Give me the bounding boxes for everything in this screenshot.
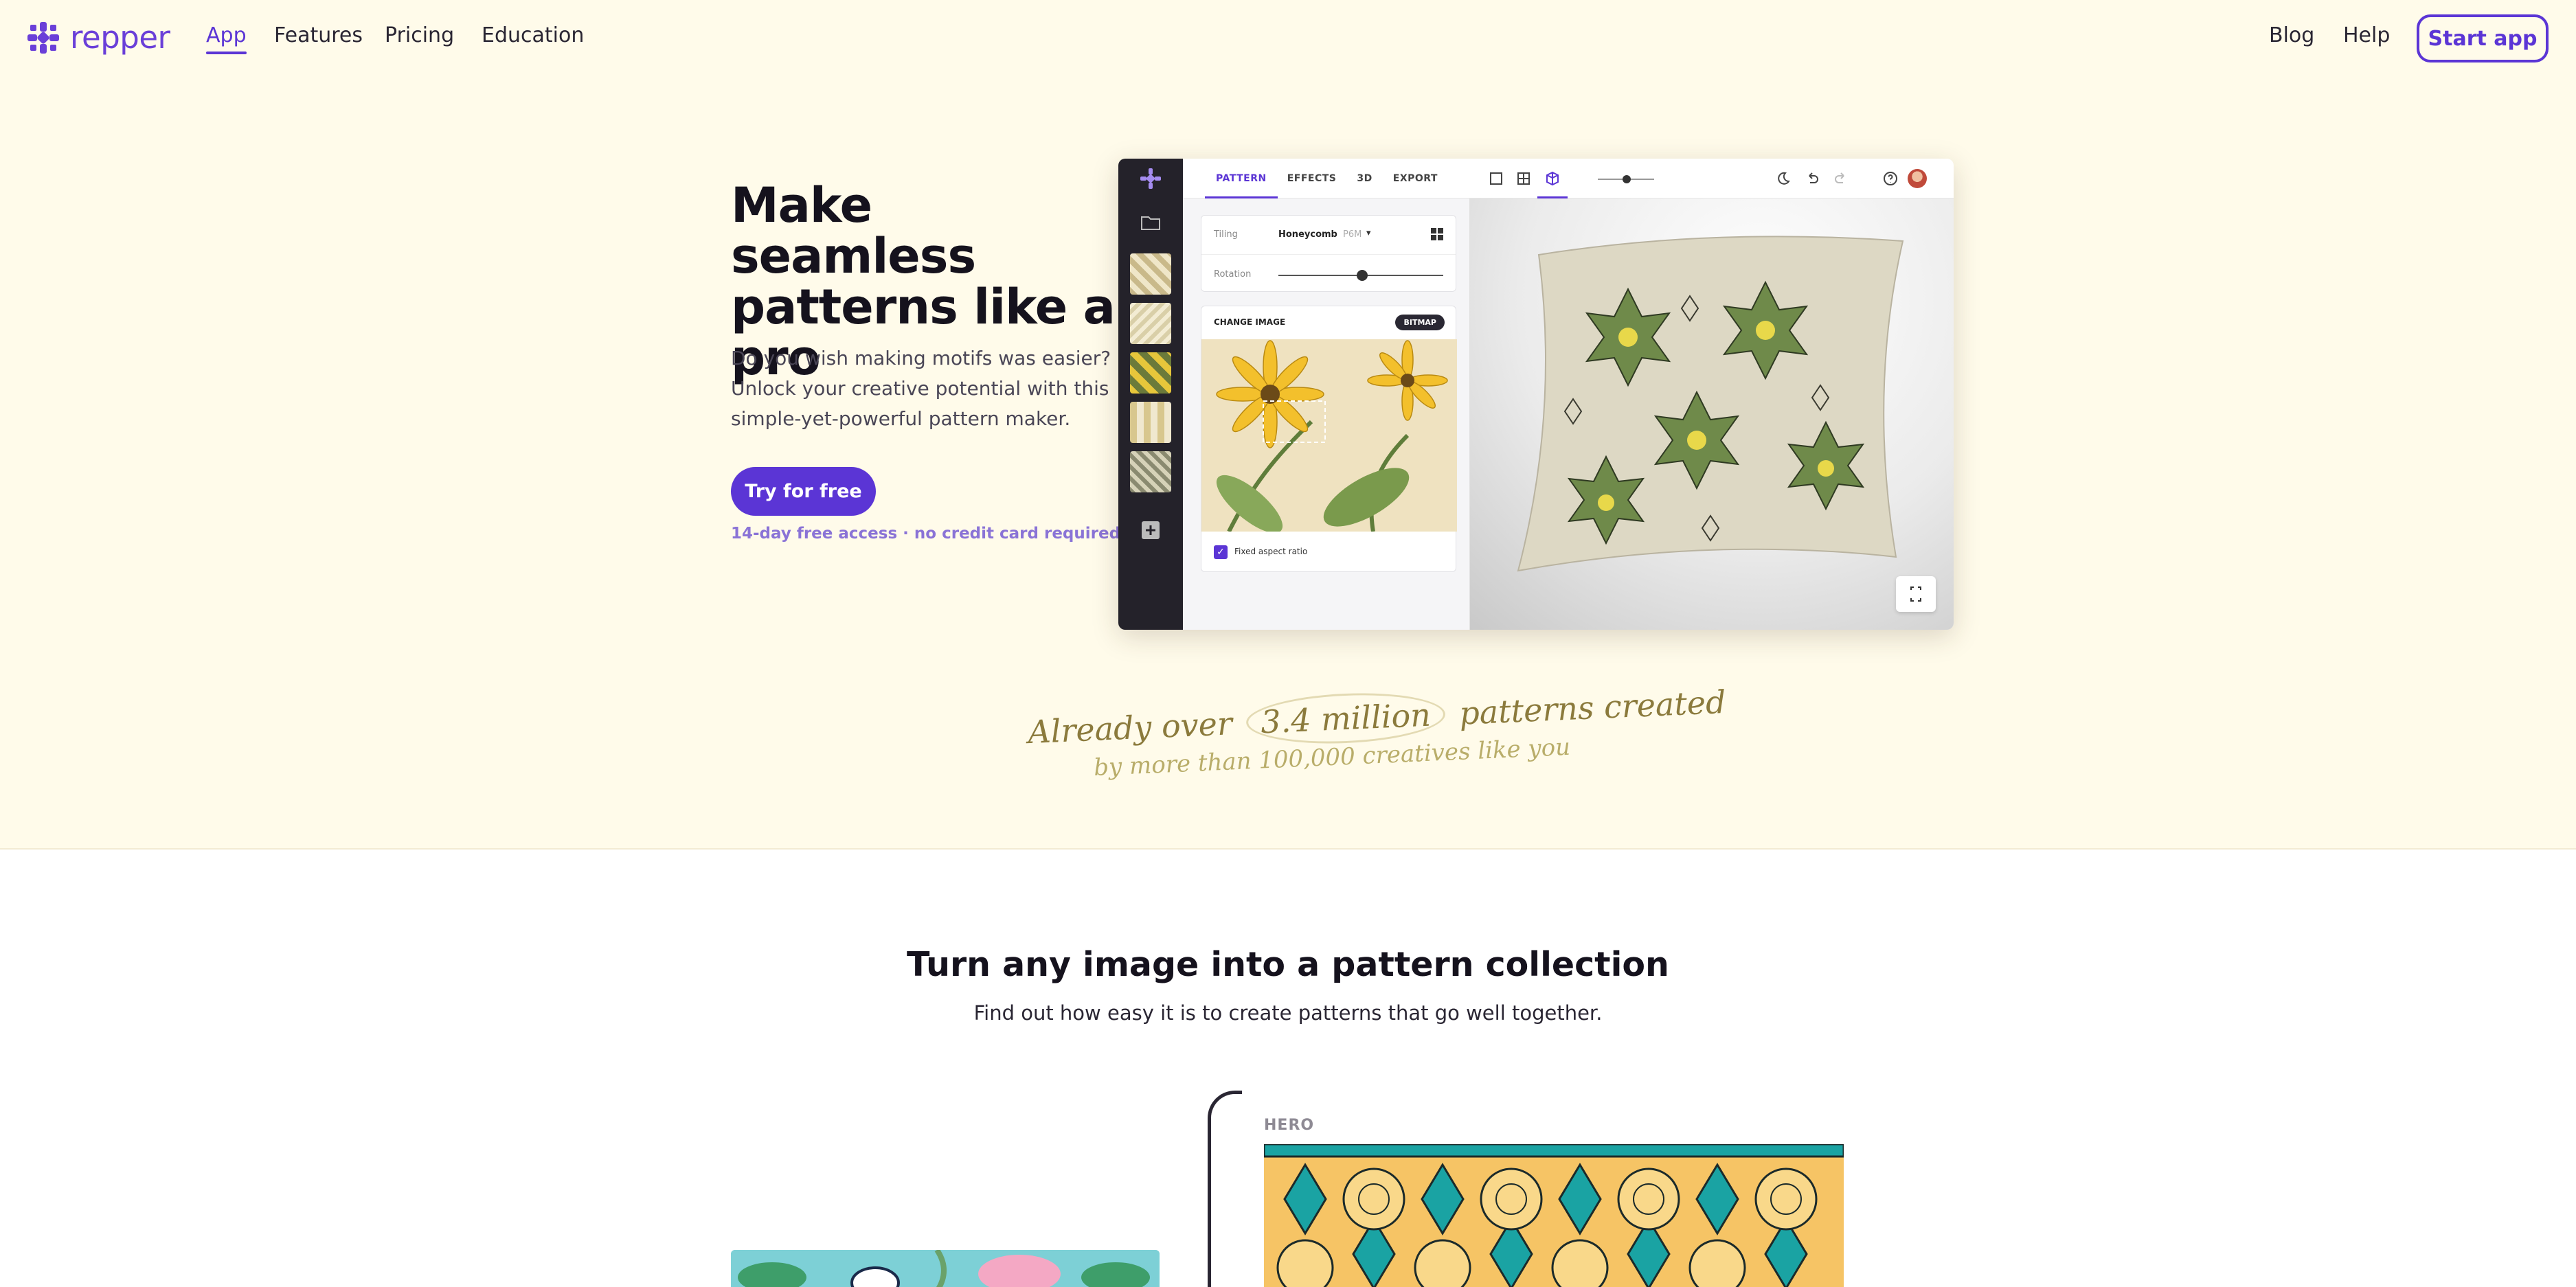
single-view-icon[interactable] (1488, 170, 1504, 187)
pattern-thumbnail[interactable] (1130, 352, 1171, 394)
hero-label: HERO (1264, 1117, 1315, 1134)
logo[interactable]: repper (26, 19, 170, 56)
fullscreen-icon[interactable] (1896, 576, 1936, 612)
section-subtitle: Find out how easy it is to create patter… (973, 1001, 1603, 1025)
top-nav: repper App Features Pricing Education Bl… (0, 0, 2576, 74)
add-icon[interactable] (1139, 519, 1162, 542)
nav-blog[interactable]: Blog (2269, 23, 2314, 47)
grid-icon[interactable] (1431, 228, 1443, 240)
stats-prefix: Already over (1027, 705, 1233, 751)
tab-export[interactable]: EXPORT (1393, 159, 1438, 198)
3d-preview (1470, 159, 1954, 630)
chevron-down-icon[interactable]: ▾ (1366, 228, 1371, 238)
mock-tabs: PATTERN EFFECTS 3D EXPORT (1183, 159, 1470, 198)
repper-logo-icon (27, 21, 59, 54)
undo-icon[interactable] (1804, 170, 1820, 187)
hero-subtitle: Do you wish making motifs was easier? Un… (731, 347, 1111, 430)
fixed-aspect-label: Fixed aspect ratio (1234, 547, 1308, 556)
mock-panel: PATTERN EFFECTS 3D EXPORT Tiling Honeyco… (1183, 159, 1470, 630)
source-image (1201, 339, 1457, 532)
tab-effects[interactable]: EFFECTS (1287, 159, 1337, 198)
nav-help[interactable]: Help (2343, 23, 2390, 47)
stats-suffix: patterns created (1458, 683, 1727, 732)
tab-pattern[interactable]: PATTERN (1205, 159, 1278, 198)
mock-sidebar (1118, 159, 1183, 630)
pillow-preview (1517, 236, 1904, 572)
rotation-slider-thumb[interactable] (1357, 270, 1368, 281)
redo-icon[interactable] (1833, 170, 1849, 187)
avatar[interactable] (1908, 169, 1927, 188)
tiling-card: Tiling Honeycomb P6M ▾ Rotation (1201, 215, 1456, 292)
fixed-aspect-checkbox[interactable]: ✓ (1214, 545, 1228, 559)
change-image-button[interactable]: CHANGE IMAGE (1214, 317, 1285, 327)
pattern-thumbnail[interactable] (1130, 303, 1171, 344)
pattern-thumbnail[interactable] (1130, 451, 1171, 492)
section-title: Turn any image into a pattern collection (907, 945, 1669, 984)
pattern-thumbnail[interactable] (1130, 402, 1171, 443)
start-app-button[interactable]: Start app (2417, 14, 2549, 62)
repper-logo-icon (1140, 168, 1161, 189)
logo-text: repper (70, 19, 170, 56)
tiling-label: Tiling (1214, 229, 1238, 240)
3d-view-icon[interactable] (1544, 170, 1561, 187)
bitmap-badge: BITMAP (1395, 315, 1445, 330)
dark-mode-icon[interactable] (1775, 170, 1792, 187)
app-screenshot: PATTERN EFFECTS 3D EXPORT Tiling Honeyco… (1118, 159, 1954, 630)
pattern-thumbnail[interactable] (1130, 253, 1171, 295)
tile-view-icon[interactable] (1515, 170, 1532, 187)
tab-3d[interactable]: 3D (1357, 159, 1372, 198)
nav-features[interactable]: Features (274, 23, 363, 47)
nav-app[interactable]: App (206, 23, 247, 54)
divider (1201, 254, 1456, 255)
image-card: CHANGE IMAGE BITMAP ✓ Fixed aspect ratio (1201, 306, 1457, 572)
hero-note: 14-day free access · no credit card requ… (731, 525, 1121, 543)
nav-pricing[interactable]: Pricing (385, 23, 454, 47)
active-view-indicator (1537, 196, 1568, 198)
rotation-label: Rotation (1214, 269, 1252, 280)
connector-bracket (1208, 1091, 1242, 1287)
nav-education[interactable]: Education (482, 23, 584, 47)
folder-icon (1141, 216, 1160, 230)
zoom-slider-thumb[interactable] (1623, 175, 1631, 183)
try-for-free-button[interactable]: Try for free (731, 467, 876, 516)
hero-pattern-image (1264, 1144, 1844, 1287)
tiling-code: P6M (1343, 229, 1362, 240)
preview-toolbar (1470, 159, 1954, 198)
help-icon[interactable] (1882, 170, 1899, 187)
collection-pattern-image (731, 1250, 1160, 1287)
stats-highlight: 3.4 million (1245, 689, 1447, 748)
tiling-value[interactable]: Honeycomb (1278, 229, 1337, 240)
